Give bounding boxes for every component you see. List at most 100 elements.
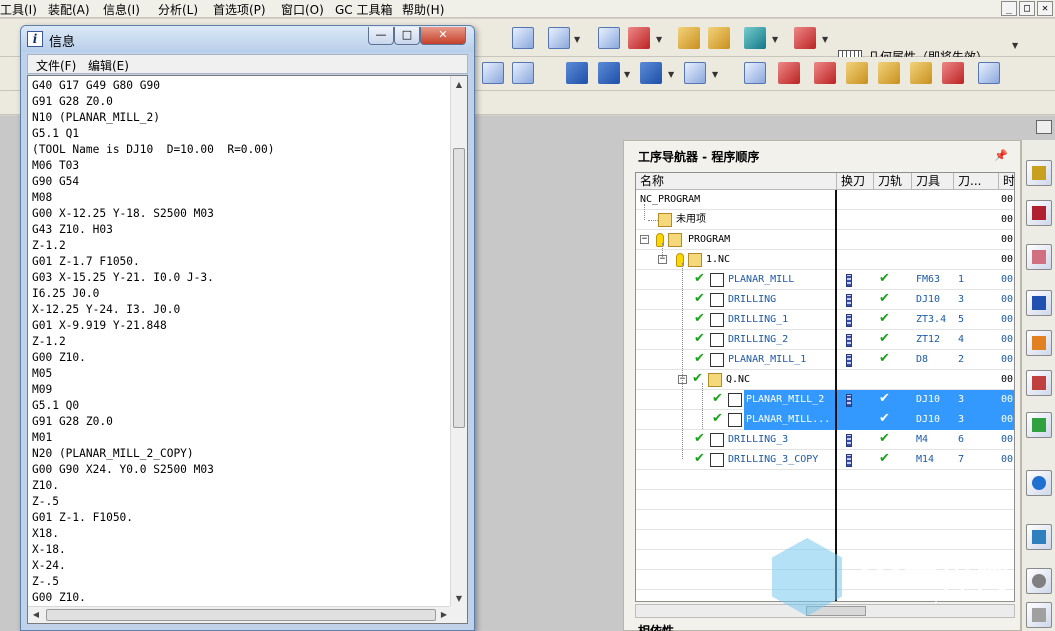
dropdown-arrow-icon[interactable]: ▼ bbox=[668, 70, 674, 79]
shop-doc-icon[interactable] bbox=[846, 62, 868, 84]
dropdown-arrow-icon[interactable]: ▼ bbox=[624, 70, 630, 79]
output-cls-icon[interactable] bbox=[878, 62, 900, 84]
tree-row[interactable]: NC_PROGRAM 00 bbox=[636, 190, 1014, 210]
time-icon[interactable] bbox=[512, 62, 534, 84]
import-icon[interactable] bbox=[978, 62, 1000, 84]
tree-row[interactable]: ✔ DRILLING_3_COPY ✔ M14 7 00 bbox=[636, 450, 1014, 470]
column-tool-number[interactable]: 刀... bbox=[954, 173, 999, 190]
tree-row[interactable]: ✔ DRILLING_1 ✔ ZT3.4 5 00 bbox=[636, 310, 1014, 330]
scroll-thumb[interactable] bbox=[46, 609, 436, 621]
scroll-left-icon[interactable]: ◀ bbox=[28, 607, 44, 623]
operation-navigator-icon[interactable] bbox=[1026, 290, 1052, 316]
row-name: DRILLING_3_COPY bbox=[728, 454, 819, 465]
wrench-icon[interactable] bbox=[708, 27, 730, 49]
tree-row[interactable]: ✔ DRILLING_3 ✔ M4 6 00 bbox=[636, 430, 1014, 450]
column-tool[interactable]: 刀具 bbox=[912, 173, 954, 190]
tree-row-selected[interactable]: ✔ PLANAR_MILL... ✔ DJ10 3 00 bbox=[636, 410, 1014, 430]
dropdown-arrow-icon[interactable]: ▼ bbox=[574, 35, 580, 44]
object-icon[interactable] bbox=[942, 62, 964, 84]
menu-window[interactable]: 窗口(O) bbox=[281, 1, 324, 18]
dialog-minimize-button[interactable]: — bbox=[368, 27, 394, 45]
tree-row-selected[interactable]: ✔ PLANAR_MILL_2 ✔ DJ10 3 00 bbox=[636, 390, 1014, 410]
tree-row[interactable]: 未用项 00 bbox=[636, 210, 1014, 230]
sheet-body-icon[interactable] bbox=[512, 27, 534, 49]
tree-row[interactable]: − PROGRAM 00 bbox=[636, 230, 1014, 250]
generate-toolpath-icon[interactable] bbox=[744, 62, 766, 84]
create-geometry-icon[interactable] bbox=[640, 62, 662, 84]
menu-assembly[interactable]: 装配(A) bbox=[48, 1, 90, 18]
tree-row[interactable]: ✔ DRILLING ✔ DJ10 3 00 bbox=[636, 290, 1014, 310]
create-method-icon[interactable] bbox=[684, 62, 706, 84]
program-icon[interactable] bbox=[482, 62, 504, 84]
history-icon[interactable] bbox=[1026, 568, 1052, 594]
column-tool-change[interactable]: 换刀 bbox=[837, 173, 874, 190]
dialog-maximize-button[interactable]: □ bbox=[394, 27, 420, 45]
tree-row[interactable]: − ✔ Q.NC 00 bbox=[636, 370, 1014, 390]
column-toolpath[interactable]: 刀轨 bbox=[874, 173, 912, 190]
info-text-area[interactable]: G40 G17 G49 G80 G90 G91 G28 Z0.0 N10 (PLAN… bbox=[27, 75, 468, 624]
create-tool-icon[interactable] bbox=[598, 62, 620, 84]
row-tool: DJ10 bbox=[916, 414, 941, 425]
part-navigator-icon[interactable] bbox=[598, 27, 620, 49]
assembly-navigator-icon[interactable] bbox=[1026, 160, 1052, 186]
vertical-scrollbar[interactable]: ▲ ▼ bbox=[450, 76, 467, 607]
menu-edit[interactable]: 编辑(E) bbox=[88, 57, 129, 74]
code-line: G00 X-12.25 Y-18. S2500 M03 bbox=[32, 207, 214, 220]
dropdown-arrow-icon[interactable]: ▼ bbox=[712, 70, 718, 79]
axis-icon[interactable] bbox=[794, 27, 816, 49]
measure-icon[interactable] bbox=[678, 27, 700, 49]
web-browser-icon[interactable] bbox=[1026, 524, 1052, 550]
scroll-up-icon[interactable]: ▲ bbox=[451, 76, 467, 93]
scroll-down-icon[interactable]: ▼ bbox=[451, 590, 467, 607]
code-line: G91 G28 Z0.0 bbox=[32, 95, 113, 108]
part-navigator-icon[interactable] bbox=[1026, 244, 1052, 270]
machine-tool-icon[interactable] bbox=[1026, 330, 1052, 356]
play-toolpath-icon[interactable] bbox=[744, 27, 766, 49]
code-line: M01 bbox=[32, 431, 53, 444]
dependencies-label[interactable]: 相依性 bbox=[638, 622, 674, 631]
point-constructor-icon[interactable] bbox=[628, 27, 650, 49]
column-splitter[interactable] bbox=[835, 190, 837, 601]
tree-row[interactable]: ✔ PLANAR_MILL ✔ FM63 1 00 bbox=[636, 270, 1014, 290]
menu-information[interactable]: 信息(I) bbox=[103, 1, 140, 18]
menu-preferences[interactable]: 首选项(P) bbox=[213, 1, 266, 18]
constraint-navigator-icon[interactable] bbox=[1026, 200, 1052, 226]
menu-file[interactable]: 文件(F) bbox=[36, 57, 76, 74]
menu-tools[interactable]: 工具(I) bbox=[0, 1, 37, 18]
tree-row[interactable]: − 1.NC 00 bbox=[636, 250, 1014, 270]
dialog-titlebar[interactable]: i 信息 — □ ✕ bbox=[21, 26, 474, 52]
tree-row[interactable]: ✔ DRILLING_2 ✔ ZT12 4 00 bbox=[636, 330, 1014, 350]
create-program-icon[interactable] bbox=[566, 62, 588, 84]
scroll-thumb[interactable] bbox=[453, 148, 465, 428]
pin-icon[interactable]: 📌 bbox=[994, 149, 1008, 162]
batch-process-icon[interactable] bbox=[910, 62, 932, 84]
roles-icon[interactable] bbox=[1026, 602, 1052, 628]
navigator-tree[interactable]: 名称 换刀 刀轨 刀具 刀... 时 NC_PROGRAM 00 未用项 00 … bbox=[635, 172, 1015, 602]
tree-row[interactable]: ✔ PLANAR_MILL_1 ✔ D8 2 00 bbox=[636, 350, 1014, 370]
planar-mill-icon bbox=[710, 273, 724, 287]
dropdown-arrow-icon[interactable]: ▼ bbox=[1012, 41, 1018, 50]
postprocess-icon[interactable] bbox=[814, 62, 836, 84]
app-minimize-button[interactable]: _ bbox=[1001, 1, 1017, 16]
palette-icon[interactable] bbox=[1026, 412, 1052, 438]
horizontal-scrollbar[interactable]: ◀ ▶ bbox=[28, 606, 452, 623]
reuse-library-icon[interactable] bbox=[1026, 370, 1052, 396]
column-time[interactable]: 时 bbox=[999, 173, 1014, 190]
menu-analysis[interactable]: 分析(L) bbox=[158, 1, 198, 18]
navigator-horizontal-scrollbar[interactable] bbox=[635, 604, 1015, 618]
graphics-fit-icon[interactable] bbox=[1036, 120, 1052, 134]
info-icon[interactable] bbox=[1026, 470, 1052, 496]
collapse-icon[interactable]: − bbox=[640, 235, 649, 244]
column-name[interactable]: 名称 bbox=[636, 173, 837, 190]
menu-help[interactable]: 帮助(H) bbox=[402, 1, 444, 18]
row-tool-number: 3 bbox=[958, 394, 965, 405]
extrude-icon[interactable] bbox=[548, 27, 570, 49]
menu-gc-toolbox[interactable]: GC 工具箱 bbox=[335, 1, 393, 18]
verify-toolpath-icon[interactable] bbox=[778, 62, 800, 84]
dropdown-arrow-icon[interactable]: ▼ bbox=[772, 35, 778, 44]
dropdown-arrow-icon[interactable]: ▼ bbox=[656, 35, 662, 44]
dropdown-arrow-icon[interactable]: ▼ bbox=[822, 35, 828, 44]
dialog-close-button[interactable]: ✕ bbox=[420, 27, 466, 45]
app-restore-button[interactable]: □ bbox=[1019, 1, 1035, 16]
app-close-button[interactable]: ✕ bbox=[1037, 1, 1053, 16]
